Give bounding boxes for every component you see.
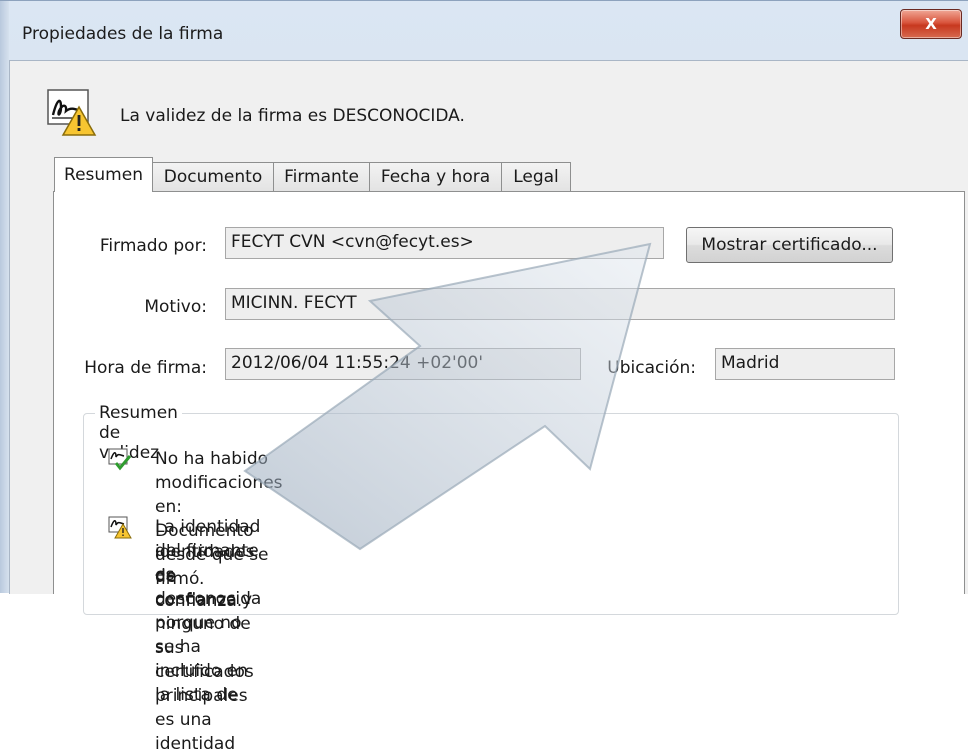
tab-documento[interactable]: Documento [152,162,274,191]
tab-resumen[interactable]: Resumen [54,157,153,192]
signature-properties-window: Propiedades de la firma X La validez de … [0,0,968,754]
signature-warning-icon [108,516,132,539]
tab-fecha-y-hora[interactable]: Fecha y hora [369,162,502,191]
location-label: Ubicación: [607,358,696,378]
reason-label: Motivo: [144,297,207,317]
validity-item-identity-line-3: de confianza. [155,567,243,611]
location-field[interactable]: Madrid [715,348,895,380]
reason-field[interactable]: MICINN. FECYT [225,288,895,320]
sign-time-field[interactable]: 2012/06/04 11:55:24 +02'00' [225,348,581,380]
signed-by-field[interactable]: FECYT CVN <cvn@fecyt.es> [225,227,664,259]
signature-warning-icon [47,89,97,136]
tab-legal[interactable]: Legal [501,162,571,191]
sign-time-label: Hora de firma: [84,358,207,378]
show-certificate-button[interactable]: Mostrar certificado... [686,227,893,263]
window-title: Propiedades de la firma [22,24,224,44]
signature-status-message: La validez de la firma es DESCONOCIDA. [120,106,465,126]
window-frame-edge [0,1,9,593]
signature-valid-check-icon [108,448,132,471]
signed-by-label: Firmado por: [99,236,207,256]
tab-firmante[interactable]: Firmante [273,162,370,191]
close-button[interactable]: X [900,9,962,39]
